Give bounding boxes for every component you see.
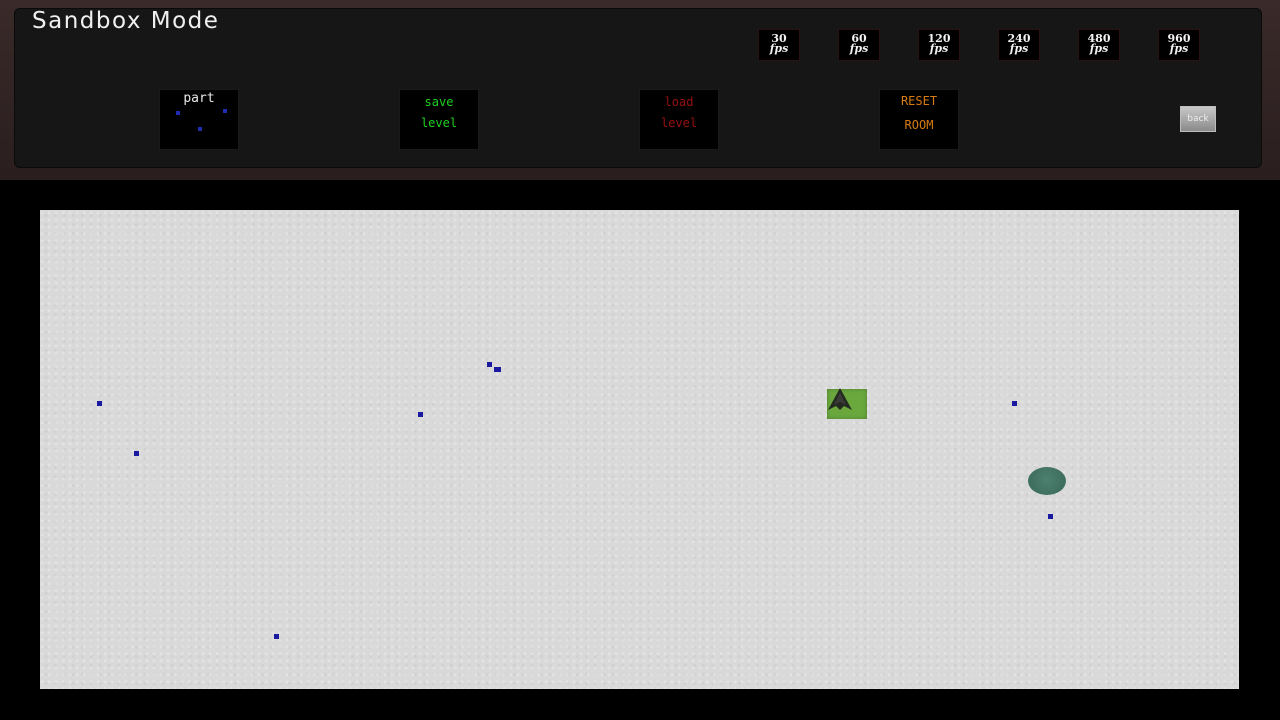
player-block[interactable] xyxy=(827,388,867,419)
particle xyxy=(274,634,279,639)
fps-unit: fps xyxy=(1009,42,1029,55)
fps-unit: fps xyxy=(1089,42,1109,55)
particle xyxy=(1048,514,1053,519)
particle-preview-icon xyxy=(176,111,180,115)
fps-480-button[interactable]: 480 fps xyxy=(1078,29,1120,61)
ship-icon xyxy=(828,388,852,410)
page-title: Sandbox Mode xyxy=(32,8,220,34)
fps-60-button[interactable]: 60 fps xyxy=(838,29,880,61)
load-label-line1: load xyxy=(664,95,694,109)
save-label-line1: save xyxy=(424,95,454,109)
particle xyxy=(494,367,501,372)
fps-960-button[interactable]: 960 fps xyxy=(1158,29,1200,61)
fps-unit: fps xyxy=(1169,42,1189,55)
orb-object[interactable] xyxy=(1028,467,1066,495)
fps-120-button[interactable]: 120 fps xyxy=(918,29,960,61)
fps-unit: fps xyxy=(769,42,789,55)
particle xyxy=(487,362,492,367)
part-tool-button[interactable]: part xyxy=(159,89,239,150)
part-tool-label: part xyxy=(183,91,215,106)
fps-unit: fps xyxy=(849,42,869,55)
reset-label-line1: RESET xyxy=(900,94,938,108)
particle-preview-icon xyxy=(198,127,202,131)
reset-room-button[interactable]: RESET ROOM xyxy=(879,89,959,150)
top-control-panel: Sandbox Mode 30 fps 60 fps 120 fps 240 f… xyxy=(0,0,1280,180)
load-level-button[interactable]: load level xyxy=(639,89,719,150)
fps-240-button[interactable]: 240 fps xyxy=(998,29,1040,61)
particle xyxy=(134,451,139,456)
back-button[interactable]: back xyxy=(1180,106,1216,132)
particle xyxy=(1012,401,1017,406)
save-label-line2: level xyxy=(420,116,458,130)
save-level-button[interactable]: save level xyxy=(399,89,479,150)
fps-30-button[interactable]: 30 fps xyxy=(758,29,800,61)
reset-label-line2: ROOM xyxy=(904,118,934,132)
load-label-line2: level xyxy=(660,116,698,130)
sandbox-arena[interactable] xyxy=(40,210,1239,689)
particle xyxy=(418,412,423,417)
particle xyxy=(97,401,102,406)
particle-preview-icon xyxy=(223,109,227,113)
fps-unit: fps xyxy=(929,42,949,55)
game-screen: Sandbox Mode 30 fps 60 fps 120 fps 240 f… xyxy=(0,0,1280,720)
